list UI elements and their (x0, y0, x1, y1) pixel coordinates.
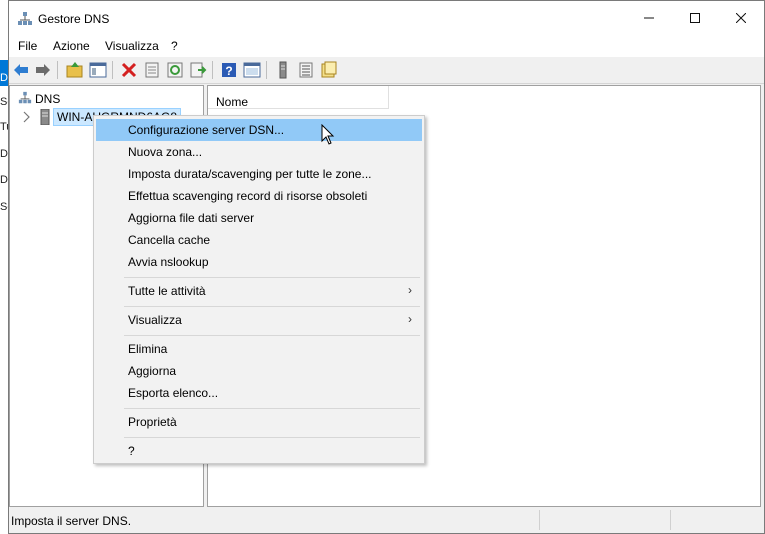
menu-item-proprieta[interactable]: Proprietà (96, 411, 422, 433)
menu-item-tutte-le-attivita[interactable]: Tutte le attività › (96, 280, 422, 302)
properties-icon[interactable] (143, 61, 161, 79)
maximize-button[interactable] (672, 1, 718, 35)
menu-item-label: Cancella cache (128, 233, 211, 247)
status-cell (539, 510, 670, 530)
menu-item-configurazione-server[interactable]: Configurazione server DSN... (96, 119, 422, 141)
console-icon[interactable] (243, 61, 261, 79)
menu-item-label: Proprietà (128, 415, 177, 429)
zone-icon[interactable] (320, 61, 338, 79)
toolbar: ? (9, 57, 764, 84)
delete-icon[interactable] (120, 61, 138, 79)
menu-item-imposta-scavenging[interactable]: Imposta durata/scavenging per tutte le z… (96, 163, 422, 185)
column-header-nome[interactable]: Nome (208, 86, 389, 109)
mouse-cursor-icon (321, 124, 335, 145)
dns-icon (18, 91, 32, 104)
status-cell (670, 510, 763, 530)
minimize-icon (644, 17, 654, 19)
menu-separator (124, 335, 420, 336)
menu-azione[interactable]: Azione (53, 39, 90, 53)
background-fragment: Tu (0, 121, 8, 133)
menu-item-cancella-cache[interactable]: Cancella cache (96, 229, 422, 251)
back-icon[interactable] (12, 61, 30, 79)
menu-item-nuova-zona[interactable]: Nuova zona... (96, 141, 422, 163)
dns-app-icon (18, 12, 32, 25)
menu-item-effettua-scavenging[interactable]: Effettua scavenging record di risorse ob… (96, 185, 422, 207)
menu-item-aggiorna[interactable]: Aggiorna (96, 360, 422, 382)
menu-item-label: Imposta durata/scavenging per tutte le z… (128, 167, 372, 181)
svg-text:?: ? (225, 64, 232, 78)
menu-item-aggiorna-file-dati[interactable]: Aggiorna file dati server (96, 207, 422, 229)
menu-item-avvia-nslookup[interactable]: Avvia nslookup (96, 251, 422, 273)
window-title: Gestore DNS (38, 12, 110, 26)
background-fragment: D (0, 72, 8, 84)
status-text: Imposta il server DNS. (11, 514, 132, 528)
menu-item-label: Tutte le attività (128, 284, 206, 298)
background-fragment: D (0, 174, 8, 186)
menu-separator (124, 306, 420, 307)
menu-separator (124, 277, 420, 278)
menu-item-label: Nuova zona... (128, 145, 203, 159)
toolbar-separator (266, 61, 267, 79)
column-header-label: Nome (216, 95, 249, 109)
menu-separator (124, 437, 420, 438)
background-fragment: D (0, 148, 8, 160)
menu-separator (124, 408, 420, 409)
up-folder-icon[interactable] (66, 61, 84, 79)
menu-item-esporta-elenco[interactable]: Esporta elenco... (96, 382, 422, 404)
menu-item-label: Configurazione server DSN... (128, 123, 285, 137)
context-menu: Configurazione server DSN... Nuova zona.… (93, 115, 425, 464)
background-fragment: Se (0, 96, 8, 108)
forward-icon[interactable] (34, 61, 52, 79)
toolbar-separator (112, 61, 113, 79)
status-bar: Imposta il server DNS. (9, 508, 764, 533)
export-icon[interactable] (189, 61, 207, 79)
menu-item-label: ? (128, 444, 135, 458)
background-fragment: Se (0, 201, 8, 213)
menu-file[interactable]: File (18, 39, 37, 53)
tree-root-label: DNS (35, 92, 61, 106)
menu-item-label: Effettua scavenging record di risorse ob… (128, 189, 368, 203)
menu-item-label: Visualizza (128, 313, 182, 327)
maximize-icon (690, 13, 700, 23)
chevron-right-icon[interactable] (22, 111, 32, 123)
menu-item-elimina[interactable]: Elimina (96, 338, 422, 360)
submenu-arrow-icon: › (408, 312, 412, 326)
toolbar-separator (57, 61, 58, 79)
menu-item-help[interactable]: ? (96, 440, 422, 462)
menu-visualizza[interactable]: Visualizza (105, 39, 159, 53)
minimize-button[interactable] (626, 1, 672, 35)
menu-item-label: Esporta elenco... (128, 386, 219, 400)
close-icon (735, 12, 747, 24)
submenu-arrow-icon: › (408, 283, 412, 297)
server-icon[interactable] (274, 61, 292, 79)
menu-item-visualizza[interactable]: Visualizza › (96, 309, 422, 331)
title-bar[interactable]: Gestore DNS (9, 1, 764, 35)
menu-item-label: Avvia nslookup (128, 255, 209, 269)
server-icon (40, 109, 50, 125)
help-icon[interactable]: ? (220, 61, 238, 79)
menu-help[interactable]: ? (171, 39, 178, 53)
list-icon[interactable] (297, 61, 315, 79)
menu-item-label: Aggiorna file dati server (128, 211, 255, 225)
toolbar-separator (212, 61, 213, 79)
menu-item-label: Elimina (128, 342, 168, 356)
menu-bar: File Azione Visualizza ? (9, 35, 764, 57)
refresh-icon[interactable] (166, 61, 184, 79)
show-hide-tree-icon[interactable] (89, 61, 107, 79)
close-button[interactable] (718, 1, 764, 35)
menu-item-label: Aggiorna (128, 364, 177, 378)
